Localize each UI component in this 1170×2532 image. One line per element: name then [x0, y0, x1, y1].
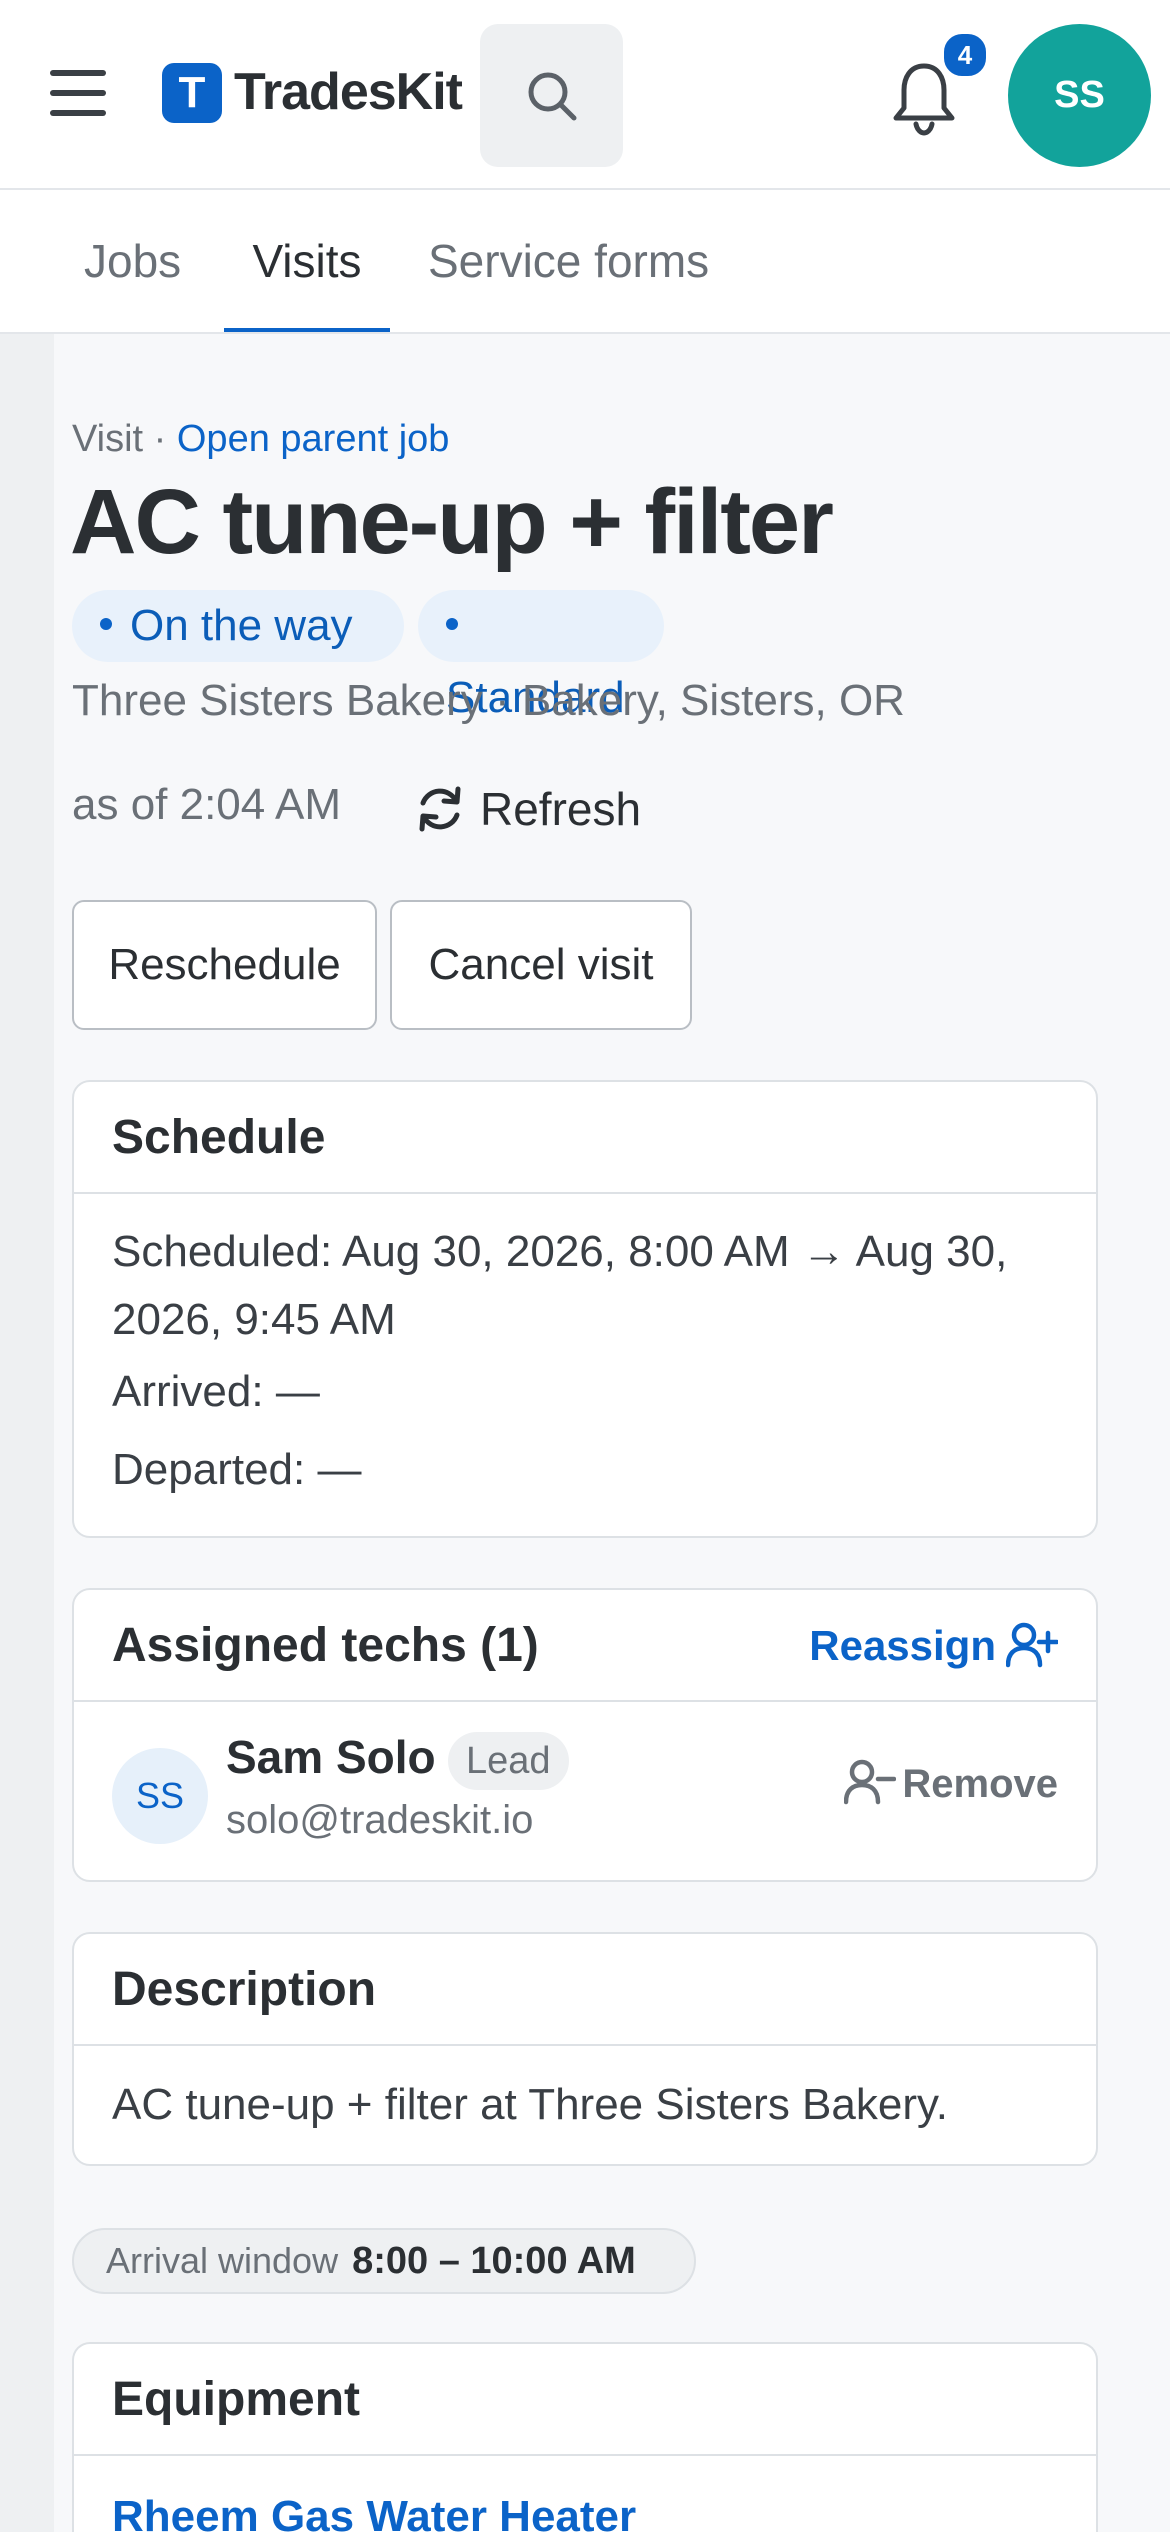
- description-text: AC tune-up + filter at Three Sisters Bak…: [112, 2080, 948, 2129]
- status-dot-icon: [100, 618, 112, 631]
- last-updated-time: as of 2:04 AM: [72, 780, 342, 829]
- breadcrumb: Visit · Open parent job: [72, 418, 449, 461]
- brand-logo-mark[interactable]: T: [162, 63, 222, 123]
- tech-role-badge: Lead: [448, 1732, 569, 1790]
- description-card: Description AC tune-up + filter at Three…: [72, 1932, 1098, 2166]
- cancel-visit-button[interactable]: Cancel visit: [390, 900, 692, 1030]
- type-dot-icon: [446, 618, 458, 631]
- customer-line: Three Sisters Bakery · Bakery, Sisters, …: [72, 676, 905, 725]
- status-badge: On the way: [72, 590, 404, 662]
- section-tabs: Jobs Visits Service forms: [0, 190, 1170, 334]
- refresh-label: Refresh: [480, 783, 642, 835]
- assigned-techs-card: Assigned techs (1) Reassign SS Sam Solo …: [72, 1588, 1098, 1882]
- open-parent-job-link[interactable]: Open parent job: [177, 418, 450, 460]
- tech-name: Sam Solo: [226, 1731, 436, 1783]
- tech-avatar: SS: [112, 1748, 208, 1844]
- brand-name[interactable]: TradesKit: [234, 62, 463, 122]
- top-app-bar: T TradesKit 4 SS: [0, 0, 1170, 190]
- user-plus-icon: [1005, 1622, 1060, 1668]
- breadcrumb-prefix: Visit ·: [72, 418, 177, 460]
- equipment-heading: Equipment: [112, 2373, 360, 2426]
- equipment-card: Equipment Rheem Gas Water Heater: [72, 2342, 1098, 2532]
- notification-count-badge: 4: [941, 31, 989, 79]
- description-heading: Description: [112, 1963, 377, 2016]
- scheduled-range: Scheduled: Aug 30, 2026, 8:00 AM → Aug 3…: [112, 1227, 1008, 1344]
- remove-tech-button[interactable]: Remove: [844, 1760, 1058, 1810]
- description-card-header: Description: [74, 1934, 1096, 2046]
- assigned-techs-header: Assigned techs (1) Reassign: [74, 1590, 1096, 1702]
- refresh-icon: [419, 786, 461, 832]
- tech-email: solo@tradeskit.io: [226, 1798, 534, 1842]
- schedule-card: Schedule Scheduled: Aug 30, 2026, 8:00 A…: [72, 1080, 1098, 1538]
- tab-visits[interactable]: Visits: [224, 190, 390, 332]
- assigned-techs-heading: Assigned techs (1): [112, 1619, 539, 1672]
- reschedule-button[interactable]: Reschedule: [72, 900, 377, 1030]
- menu-icon[interactable]: [50, 70, 106, 116]
- search-button[interactable]: [480, 24, 623, 167]
- left-rail: [0, 334, 54, 2532]
- remove-label: Remove: [902, 1762, 1058, 1806]
- schedule-heading: Schedule: [112, 1111, 326, 1164]
- status-badge-label: On the way: [130, 601, 353, 650]
- arrival-window-label: Arrival window: [106, 2240, 339, 2281]
- user-avatar[interactable]: SS: [1008, 24, 1151, 167]
- arrival-window-pill: Arrival window 8:00 – 10:00 AM: [72, 2228, 696, 2294]
- page-title: AC tune-up + filter: [70, 471, 834, 573]
- user-minus-icon: [844, 1760, 897, 1805]
- tab-service-forms[interactable]: Service forms: [428, 190, 709, 332]
- visit-type-badge: Standard: [418, 590, 664, 722]
- equipment-item-link[interactable]: Rheem Gas Water Heater: [112, 2492, 636, 2532]
- tab-jobs[interactable]: Jobs: [84, 190, 181, 332]
- reassign-button[interactable]: Reassign: [809, 1590, 1060, 1702]
- reassign-label: Reassign: [809, 1622, 996, 1669]
- schedule-card-header: Schedule: [74, 1082, 1096, 1194]
- arrived-time: Arrived: —: [112, 1367, 320, 1416]
- arrival-window-value: 8:00 – 10:00 AM: [352, 2240, 636, 2282]
- departed-time: Departed: —: [112, 1445, 362, 1494]
- equipment-card-header: Equipment: [74, 2344, 1096, 2456]
- search-icon: [528, 72, 577, 121]
